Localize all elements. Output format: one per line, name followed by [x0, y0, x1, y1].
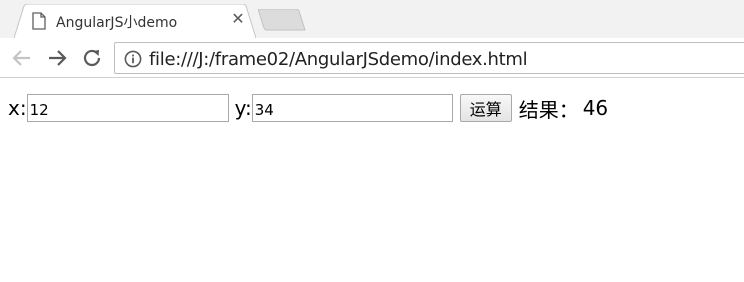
tab-title: AngularJS小demo	[56, 15, 178, 31]
address-bar[interactable]: file:///J:/frame02/AngularJSdemo/index.h…	[114, 42, 744, 74]
back-arrow-icon[interactable]	[10, 46, 34, 70]
browser-toolbar: file:///J:/frame02/AngularJSdemo/index.h…	[0, 38, 744, 78]
page-icon	[32, 12, 46, 30]
forward-arrow-icon[interactable]	[45, 46, 69, 70]
calculate-button[interactable]: 运算	[459, 94, 512, 122]
info-icon[interactable]	[124, 50, 142, 68]
reload-icon[interactable]	[80, 46, 104, 70]
new-tab-button[interactable]	[258, 9, 306, 31]
calculator-form: x: y: 运算 结果： 46	[8, 93, 608, 123]
browser-tab[interactable]: AngularJS小demo ✕	[14, 4, 256, 38]
tab-close-icon[interactable]: ✕	[230, 11, 246, 27]
page-content: x: y: 运算 结果： 46	[0, 79, 744, 282]
tab-strip: AngularJS小demo ✕	[0, 0, 744, 38]
x-input[interactable]	[26, 94, 229, 122]
y-label: y:	[234, 96, 252, 120]
y-input[interactable]	[251, 94, 453, 122]
url-text: file:///J:/frame02/AngularJSdemo/index.h…	[149, 49, 528, 70]
result-label: 结果：	[518, 97, 579, 122]
x-label: x:	[8, 96, 27, 120]
result-value: 46	[582, 96, 609, 120]
